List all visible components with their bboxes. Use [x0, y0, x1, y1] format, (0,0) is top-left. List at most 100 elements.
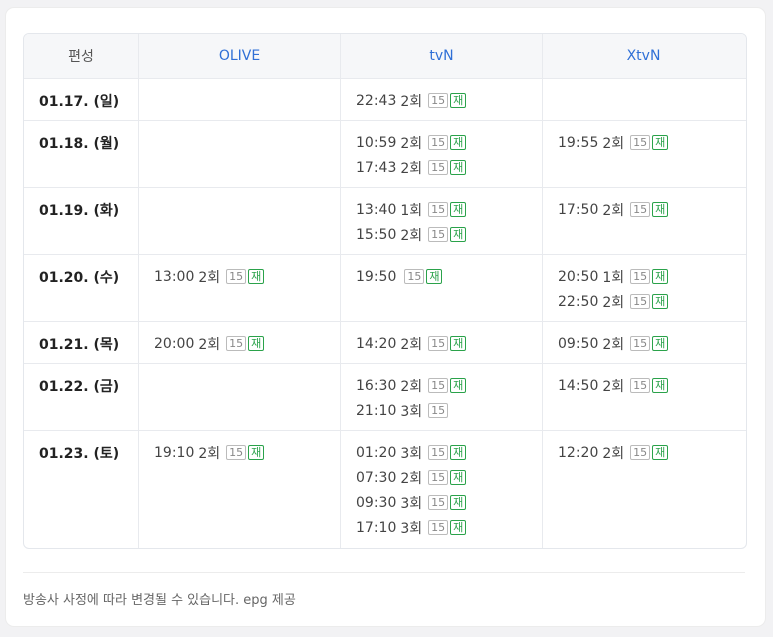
rerun-badge: 재 [450, 445, 467, 460]
age-rating-badge: 15 [630, 135, 651, 150]
age-rating-badge: 15 [630, 378, 651, 393]
episode-number: 2회 [602, 378, 625, 395]
rerun-badge: 재 [450, 336, 467, 351]
airtime: 20:50 [558, 268, 599, 285]
age-rating-badge: 15 [630, 445, 651, 460]
airtime: 17:10 [356, 519, 397, 536]
age-rating-badge: 15 [428, 93, 449, 108]
episode-number: 1회 [602, 269, 625, 286]
cell-xtvn: 19:55 2회 15 재 [543, 121, 744, 187]
schedule-entry[interactable]: 19:55 2회 15 재 [558, 130, 744, 155]
schedule-entry[interactable]: 09:50 2회 15 재 [558, 331, 744, 356]
rerun-badge: 재 [450, 495, 467, 510]
row-date: 01.21. (목) [24, 322, 139, 363]
age-rating-badge: 15 [630, 336, 651, 351]
airtime: 13:00 [154, 268, 195, 285]
schedule-entry[interactable]: 13:00 2회 15 재 [154, 264, 340, 289]
cell-tvn: 19:50 15 재 [341, 255, 543, 321]
schedule-entry[interactable]: 16:30 2회 15 재 [356, 373, 542, 398]
schedule-entry[interactable]: 14:50 2회 15 재 [558, 373, 744, 398]
age-rating-badge: 15 [404, 269, 425, 284]
age-rating-badge: 15 [428, 227, 449, 242]
schedule-entry[interactable]: 14:20 2회 15 재 [356, 331, 542, 356]
schedule-card: 편성 OLIVE tvN XtvN 01.17. (일) 22:43 2회 15 재 01… [6, 8, 765, 626]
rerun-badge: 재 [450, 378, 467, 393]
airtime: 17:50 [558, 201, 599, 218]
table-row: 01.23. (토) 19:10 2회 15 재 01:20 3회 15 재 07:30 2회 15 재… [24, 430, 746, 548]
rerun-badge: 재 [652, 135, 669, 150]
cell-tvn: 22:43 2회 15 재 [341, 79, 543, 120]
table-row: 01.19. (화) 13:40 1회 15 재 15:50 2회 15 재 17:50 2회 15 재 [24, 187, 746, 254]
schedule-entry[interactable]: 20:50 1회 15 재 [558, 264, 744, 289]
age-rating-badge: 15 [428, 403, 449, 418]
schedule-entry[interactable]: 10:59 2회 15 재 [356, 130, 542, 155]
schedule-entry[interactable]: 19:10 2회 15 재 [154, 440, 340, 465]
rerun-badge: 재 [450, 160, 467, 175]
schedule-entry[interactable]: 20:00 2회 15 재 [154, 331, 340, 356]
rerun-badge: 재 [450, 202, 467, 217]
episode-number: 2회 [400, 470, 423, 487]
table-row: 01.17. (일) 22:43 2회 15 재 [24, 78, 746, 120]
airtime: 16:30 [356, 377, 397, 394]
schedule-entry[interactable]: 22:43 2회 15 재 [356, 88, 542, 113]
episode-number: 2회 [400, 160, 423, 177]
table-header-row: 편성 OLIVE tvN XtvN [24, 34, 746, 78]
episode-number: 2회 [400, 227, 423, 244]
row-date: 01.20. (수) [24, 255, 139, 321]
airtime: 07:30 [356, 469, 397, 486]
schedule-entry[interactable]: 07:30 2회 15 재 [356, 465, 542, 490]
schedule-entry[interactable]: 13:40 1회 15 재 [356, 197, 542, 222]
schedule-entry[interactable]: 17:10 3회 15 재 [356, 515, 542, 540]
header-channel-tvn[interactable]: tvN [341, 34, 543, 78]
cell-olive: 19:10 2회 15 재 [139, 431, 341, 548]
airtime: 19:50 [356, 268, 397, 285]
schedule-entry[interactable]: 15:50 2회 15 재 [356, 222, 542, 247]
age-rating-badge: 15 [428, 495, 449, 510]
airtime: 22:43 [356, 92, 397, 109]
rerun-badge: 재 [248, 269, 265, 284]
rerun-badge: 재 [426, 269, 443, 284]
age-rating-badge: 15 [428, 160, 449, 175]
episode-number: 1회 [400, 202, 423, 219]
schedule-entry[interactable]: 17:43 2회 15 재 [356, 155, 542, 180]
airtime: 21:10 [356, 402, 397, 419]
schedule-entry[interactable]: 21:10 3회 15 [356, 398, 542, 423]
schedule-entry[interactable]: 17:50 2회 15 재 [558, 197, 744, 222]
schedule-entry[interactable]: 12:20 2회 15 재 [558, 440, 744, 465]
cell-xtvn: 12:20 2회 15 재 [543, 431, 744, 548]
age-rating-badge: 15 [630, 269, 651, 284]
header-channel-xtvn[interactable]: XtvN [543, 34, 744, 78]
cell-olive [139, 79, 341, 120]
schedule-entry[interactable]: 01:20 3회 15 재 [356, 440, 542, 465]
age-rating-badge: 15 [226, 445, 247, 460]
age-rating-badge: 15 [428, 336, 449, 351]
schedule-entry[interactable]: 09:30 3회 15 재 [356, 490, 542, 515]
cell-xtvn: 09:50 2회 15 재 [543, 322, 744, 363]
airtime: 10:59 [356, 134, 397, 151]
cell-olive: 20:00 2회 15 재 [139, 322, 341, 363]
episode-number: 3회 [400, 520, 423, 537]
footer-note: 방송사 사정에 따라 변경될 수 있습니다. epg 제공 [23, 572, 745, 608]
schedule-entry[interactable]: 22:50 2회 15 재 [558, 289, 744, 314]
cell-xtvn: 14:50 2회 15 재 [543, 364, 744, 430]
airtime: 15:50 [356, 226, 397, 243]
row-date: 01.22. (금) [24, 364, 139, 430]
airtime: 20:00 [154, 335, 195, 352]
rerun-badge: 재 [652, 378, 669, 393]
rerun-badge: 재 [652, 294, 669, 309]
rerun-badge: 재 [450, 227, 467, 242]
age-rating-badge: 15 [428, 470, 449, 485]
episode-number: 2회 [400, 336, 423, 353]
cell-olive [139, 121, 341, 187]
header-channel-olive[interactable]: OLIVE [139, 34, 341, 78]
cell-olive [139, 364, 341, 430]
episode-number: 3회 [400, 403, 423, 420]
schedule-entry[interactable]: 19:50 15 재 [356, 264, 542, 289]
rerun-badge: 재 [652, 445, 669, 460]
rerun-badge: 재 [450, 93, 467, 108]
header-date-column: 편성 [24, 34, 139, 78]
age-rating-badge: 15 [630, 202, 651, 217]
rerun-badge: 재 [450, 470, 467, 485]
row-date: 01.19. (화) [24, 188, 139, 254]
episode-number: 2회 [602, 445, 625, 462]
